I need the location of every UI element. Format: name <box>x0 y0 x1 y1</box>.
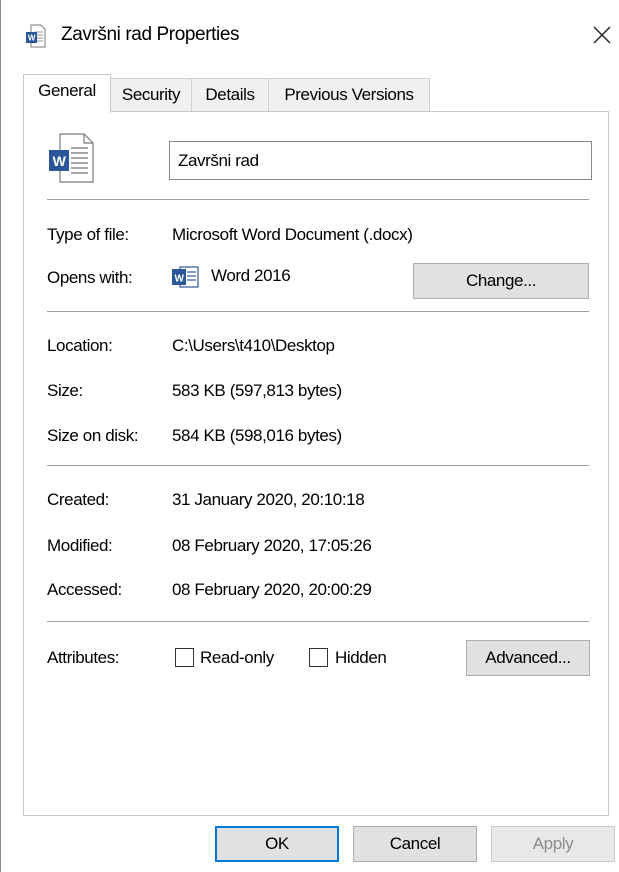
accessed-label: Accessed: <box>47 580 122 599</box>
properties-window: W Završni rad Properties General Securit… <box>0 0 619 872</box>
svg-text:W: W <box>53 153 67 169</box>
file-name-field[interactable] <box>169 141 592 180</box>
separator <box>47 465 589 466</box>
type-of-file-value: Microsoft Word Document (.docx) <box>172 225 413 244</box>
tab-previous-versions[interactable]: Previous Versions <box>268 78 430 111</box>
size-on-disk-value: 584 KB (598,016 bytes) <box>172 426 342 445</box>
hidden-label[interactable]: Hidden <box>335 648 387 668</box>
opens-with-label: Opens with: <box>47 268 133 287</box>
svg-text:W: W <box>174 274 184 285</box>
change-button[interactable]: Change... <box>413 263 589 299</box>
modified-label: Modified: <box>47 536 113 555</box>
created-value: 31 January 2020, 20:10:18 <box>172 490 365 509</box>
separator <box>47 621 589 622</box>
tab-general[interactable]: General <box>23 74 111 113</box>
separator <box>47 199 589 200</box>
word-document-large-icon: W <box>49 133 94 183</box>
apply-button-label: Apply <box>532 834 574 853</box>
location-label: Location: <box>47 336 113 355</box>
word-document-icon: W <box>26 24 46 48</box>
ok-button-label: OK <box>265 834 289 853</box>
cancel-button[interactable]: Cancel <box>353 826 477 862</box>
title-bar: W Završni rad Properties <box>1 0 619 66</box>
cancel-button-label: Cancel <box>389 834 441 853</box>
tab-label: Previous Versions <box>284 85 414 104</box>
word-app-icon: W <box>172 266 199 288</box>
tab-label: General <box>38 81 96 100</box>
advanced-button[interactable]: Advanced... <box>466 640 590 676</box>
separator <box>47 311 589 312</box>
hidden-checkbox[interactable] <box>309 648 328 667</box>
size-label: Size: <box>47 381 83 400</box>
apply-button[interactable]: Apply <box>491 826 615 862</box>
ok-button[interactable]: OK <box>215 826 339 862</box>
read-only-checkbox[interactable] <box>175 648 194 667</box>
location-value: C:\Users\t410\Desktop <box>172 336 335 355</box>
change-button-label: Change... <box>465 271 537 290</box>
tab-label: Details <box>205 85 255 104</box>
close-button[interactable] <box>585 18 619 52</box>
size-on-disk-label: Size on disk: <box>47 426 139 445</box>
window-title: Završni rad Properties <box>61 24 240 45</box>
tab-details[interactable]: Details <box>191 78 269 111</box>
modified-value: 08 February 2020, 17:05:26 <box>172 536 372 555</box>
advanced-button-label: Advanced... <box>485 648 571 667</box>
tab-label: Security <box>121 85 181 104</box>
type-of-file-label: Type of file: <box>47 225 129 244</box>
accessed-value: 08 February 2020, 20:00:29 <box>172 580 372 599</box>
created-label: Created: <box>47 490 110 509</box>
attributes-label: Attributes: <box>47 648 120 667</box>
general-panel <box>23 111 609 816</box>
tab-security[interactable]: Security <box>110 78 192 111</box>
size-value: 583 KB (597,813 bytes) <box>172 381 342 400</box>
read-only-label[interactable]: Read-only <box>200 648 274 668</box>
opens-with-value: Word 2016 <box>211 266 291 285</box>
svg-text:W: W <box>28 34 36 43</box>
close-icon <box>593 26 611 44</box>
